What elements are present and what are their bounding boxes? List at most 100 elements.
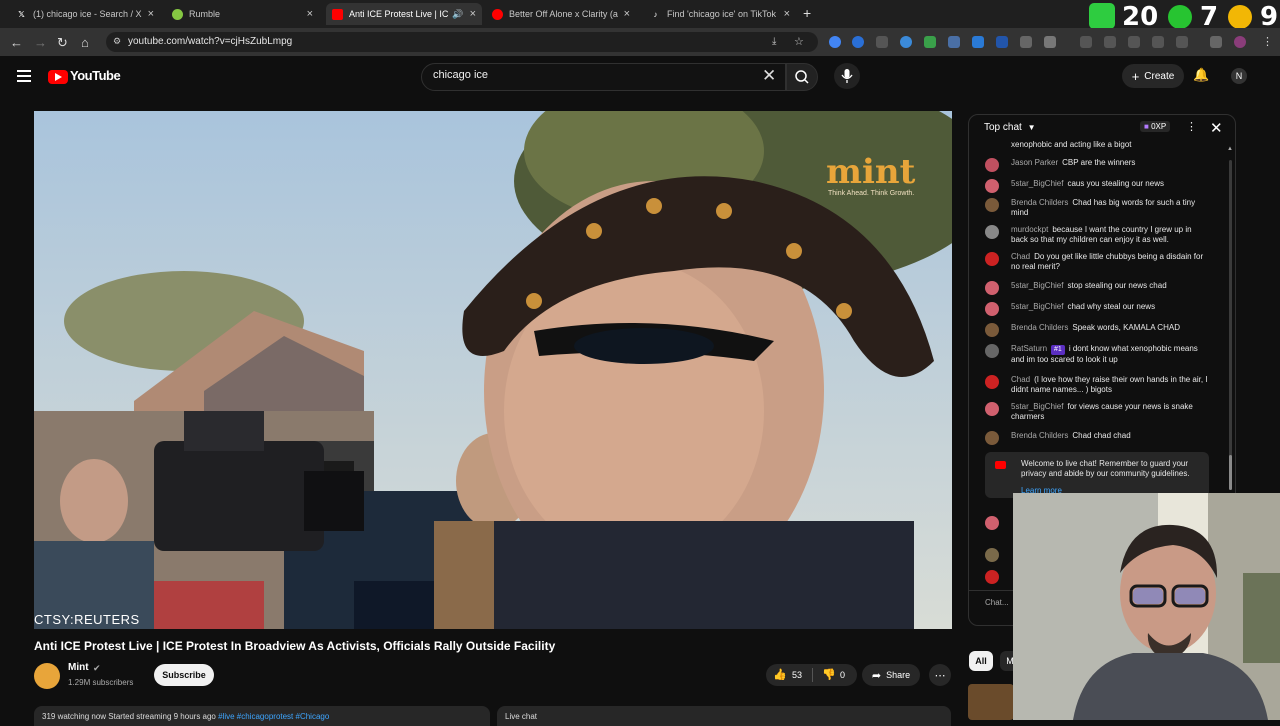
- thumbs-up-icon[interactable]: 👍: [773, 668, 787, 681]
- create-button[interactable]: + Create: [1122, 64, 1184, 88]
- chat-avatar[interactable]: [985, 302, 999, 316]
- live-chat-replay-box[interactable]: Live chat: [497, 706, 951, 726]
- extension-icon[interactable]: [1104, 36, 1116, 48]
- chat-author[interactable]: 5star_BigChief: [1011, 302, 1063, 311]
- extension-icon[interactable]: [996, 36, 1008, 48]
- chat-avatar[interactable]: [985, 344, 999, 358]
- youtube-logo-text[interactable]: YouTube: [70, 68, 121, 83]
- chat-avatar[interactable]: [985, 225, 999, 239]
- chat-avatar[interactable]: [985, 431, 999, 445]
- extension-icon[interactable]: [972, 36, 984, 48]
- forward-icon[interactable]: →: [34, 35, 47, 50]
- chat-avatar[interactable]: [985, 516, 999, 530]
- chat-author[interactable]: Brenda Childers: [1011, 323, 1068, 332]
- chat-message-text: Speak words, KAMALA CHAD: [1072, 323, 1180, 332]
- extension-icon[interactable]: [1020, 36, 1032, 48]
- extension-icon[interactable]: [1176, 36, 1188, 48]
- close-tab-icon[interactable]: ×: [470, 8, 476, 20]
- extension-icon[interactable]: [829, 36, 841, 48]
- mint-watermark-tagline: Think Ahead. Think Growth.: [828, 190, 915, 197]
- search-input[interactable]: [433, 69, 753, 81]
- browser-menu-icon[interactable]: ⋮: [1262, 35, 1273, 48]
- search-button[interactable]: [786, 63, 818, 91]
- share-button[interactable]: ➦ Share: [862, 664, 920, 686]
- chat-avatar[interactable]: [985, 323, 999, 337]
- top-chat-selector[interactable]: Top chat ▼: [984, 122, 1036, 133]
- extension-icon[interactable]: [1080, 36, 1092, 48]
- profile-avatar-icon[interactable]: [1234, 36, 1246, 48]
- chat-author[interactable]: 5star_BigChief: [1011, 179, 1063, 188]
- chat-avatar[interactable]: [985, 179, 999, 193]
- extension-icon[interactable]: [1152, 36, 1164, 48]
- chat-scrollbar-thumb[interactable]: [1229, 455, 1232, 490]
- subscribe-button[interactable]: Subscribe: [154, 664, 214, 686]
- tab-youtube-active[interactable]: Anti ICE Protest Live | ICE Pr 🔊 ×: [326, 3, 482, 25]
- tab-tiktok[interactable]: ♪ Find 'chicago ice' on TikTok | Ti ×: [644, 3, 796, 25]
- recommended-video-thumbnail[interactable]: [968, 684, 1014, 720]
- chat-author[interactable]: 5star_BigChief: [1011, 281, 1063, 290]
- subscriber-count: 1.29M subscribers: [68, 678, 134, 687]
- site-info-icon[interactable]: ⚙: [113, 36, 121, 47]
- chat-avatar[interactable]: [985, 570, 999, 584]
- install-icon[interactable]: ⤓: [772, 36, 776, 47]
- more-actions-button[interactable]: ⋯: [929, 664, 951, 686]
- extension-icon[interactable]: [876, 36, 888, 48]
- chat-avatar[interactable]: [985, 198, 999, 212]
- channel-name[interactable]: Mint: [68, 662, 89, 673]
- chat-scrollbar[interactable]: [1229, 160, 1232, 490]
- tab-x-search[interactable]: 𝕏 (1) chicago ice - Search / X ×: [10, 3, 160, 25]
- url-text[interactable]: youtube.com/watch?v=cjHsZubLmpg: [128, 36, 292, 47]
- notifications-bell-icon[interactable]: 🔔: [1193, 67, 1209, 83]
- chat-author[interactable]: Brenda Childers: [1011, 198, 1068, 207]
- like-count[interactable]: 53: [792, 670, 802, 680]
- new-tab-icon[interactable]: +: [803, 5, 811, 21]
- scroll-up-icon[interactable]: ▲: [1227, 146, 1233, 152]
- home-icon[interactable]: ⌂: [81, 35, 89, 50]
- chat-avatar[interactable]: [985, 252, 999, 266]
- video-player[interactable]: [34, 111, 952, 629]
- chat-author[interactable]: RatSaturn: [1011, 344, 1047, 353]
- chat-author[interactable]: Brenda Childers: [1011, 431, 1068, 440]
- description-box[interactable]: 319 watching now Started streaming 9 hou…: [34, 706, 490, 726]
- voice-search-button[interactable]: [834, 63, 860, 89]
- close-tab-icon[interactable]: ×: [307, 8, 313, 20]
- tab-rumble[interactable]: Rumble ×: [166, 3, 319, 25]
- clear-search-icon[interactable]: ✕: [762, 66, 776, 86]
- filter-chip-all[interactable]: All: [969, 651, 993, 671]
- extension-icon[interactable]: [900, 36, 912, 48]
- chat-more-icon[interactable]: ⋮: [1186, 120, 1197, 133]
- close-chat-icon[interactable]: ✕: [1210, 119, 1223, 137]
- extension-icon[interactable]: [1128, 36, 1140, 48]
- tab-youtube-music[interactable]: Better Off Alone x Clarity (agai ×: [486, 3, 636, 25]
- dislike-count[interactable]: 0: [840, 670, 845, 680]
- chat-author[interactable]: 5star_BigChief: [1011, 402, 1063, 411]
- thumbs-down-icon[interactable]: 👎: [822, 668, 836, 681]
- close-tab-icon[interactable]: ×: [784, 8, 790, 20]
- menu-icon[interactable]: [17, 70, 31, 82]
- channel-avatar[interactable]: [34, 663, 60, 689]
- sidebar-icon[interactable]: [1210, 36, 1222, 48]
- chat-avatar[interactable]: [985, 402, 999, 416]
- close-tab-icon[interactable]: ×: [624, 8, 630, 20]
- puzzle-extensions-icon[interactable]: [1044, 36, 1056, 48]
- chat-avatar[interactable]: [985, 281, 999, 295]
- account-avatar[interactable]: N: [1231, 68, 1247, 84]
- extension-icon[interactable]: [852, 36, 864, 48]
- chat-avatar[interactable]: [985, 158, 999, 172]
- reload-icon[interactable]: ↻: [57, 35, 68, 51]
- youtube-logo-icon[interactable]: [48, 70, 68, 84]
- back-icon[interactable]: ←: [10, 35, 23, 50]
- chat-author[interactable]: Chad: [1011, 252, 1030, 261]
- extension-icon[interactable]: [948, 36, 960, 48]
- verified-check-icon: ✔: [93, 663, 101, 673]
- speaker-icon[interactable]: 🔊: [452, 9, 463, 20]
- chat-author[interactable]: Chad: [1011, 375, 1030, 384]
- bookmark-star-icon[interactable]: ☆: [794, 35, 804, 48]
- xp-badge[interactable]: ■ 0XP: [1140, 121, 1171, 132]
- chat-avatar[interactable]: [985, 375, 999, 389]
- close-tab-icon[interactable]: ×: [148, 8, 154, 20]
- chat-author[interactable]: Jason Parker: [1011, 158, 1058, 167]
- chat-avatar[interactable]: [985, 548, 999, 562]
- chat-author[interactable]: murdockpt: [1011, 225, 1048, 234]
- extension-icon[interactable]: [924, 36, 936, 48]
